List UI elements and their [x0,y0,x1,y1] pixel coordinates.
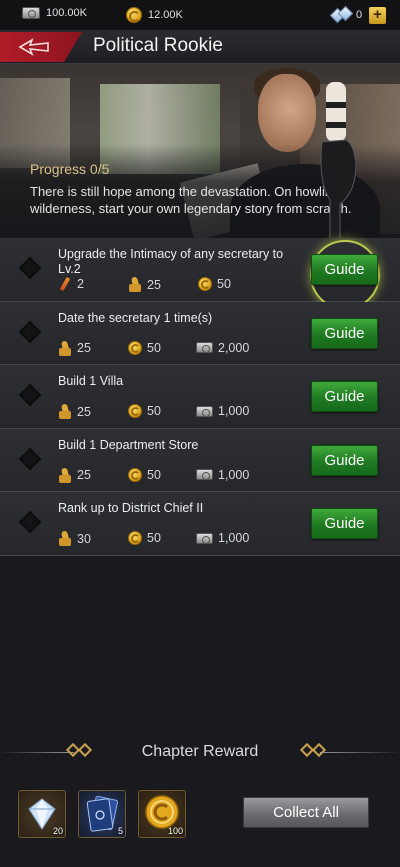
tutorial-pointer-icon [320,82,357,261]
task-list: Upgrade the Intimacy of any secretary to… [0,238,400,556]
reward-item: 25 [58,341,91,356]
task-status-icon [18,256,42,280]
reward-value: 25 [77,468,91,482]
task-row: Rank up to District Chief II 30 50 1,000… [0,492,400,556]
back-arrow-icon [18,38,49,56]
reward-value: 50 [147,467,161,482]
cash-icon [196,405,213,417]
reward-count: 100 [167,826,183,836]
reward-value: 1,000 [218,531,250,545]
coin-icon [128,531,142,545]
reward-item: 2,000 [196,341,249,355]
reward-value: 2 [77,277,84,291]
task-title: Build 1 Villa [58,374,124,388]
thumb-icon [58,341,72,356]
add-diamond-button[interactable]: + [369,7,386,24]
reward-item: 1,000 [196,531,249,545]
reward-value: 2,000 [218,340,250,355]
coin-amount: 12.00K [148,9,183,21]
task-title: Date the secretary 1 time(s) [58,310,213,325]
reward-item: 25 [128,277,161,292]
task-title: Rank up to District Chief II [58,501,204,515]
reward-value: 25 [77,341,91,355]
guide-button[interactable]: Guide [311,444,378,476]
reward-count: 5 [117,826,123,836]
reward-item: 2 [58,277,84,291]
reward-value: 1,000 [218,404,250,418]
reward-item: 30 [58,531,91,546]
task-row: Date the secretary 1 time(s) 25 50 2,000… [0,301,400,365]
coin-icon [198,277,212,291]
reward-value: 25 [77,404,91,419]
chapter-reward-item[interactable]: 20 [18,790,66,838]
task-status-icon [18,447,42,470]
task-title: Upgrade the Intimacy of any secretary to… [58,247,284,276]
coin-icon [128,467,142,482]
diamond-amount: 0 [356,9,363,21]
syringe-icon [58,277,72,291]
thumb-icon [58,468,72,483]
reward-item: 1,000 [196,404,249,418]
reward-value: 50 [147,340,161,355]
thumb-icon [58,404,72,419]
task-row: Upgrade the Intimacy of any secretary to… [0,238,400,310]
chapter-reward-item[interactable]: 100 [138,790,186,838]
back-button[interactable] [0,32,82,62]
collect-all-button[interactable]: Collect All [243,797,369,828]
reward-value: 25 [147,277,161,292]
cash-icon [196,469,213,480]
resource-bar: 100.00K 12.00K 0 + [0,0,400,30]
diamond-resource: 0 [329,5,363,24]
guide-button[interactable]: Guide [311,317,378,349]
guide-button[interactable]: Guide [311,254,378,285]
task-row: Build 1 Department Store 25 50 1,000 Gui… [0,428,400,492]
task-status-icon [18,320,42,343]
reward-item: 50 [128,467,161,482]
reward-value: 50 [147,531,161,545]
ornament-icon [299,742,327,758]
thumb-icon [58,531,72,546]
task-status-icon [18,510,42,534]
reward-item: 50 [128,531,161,545]
reward-value: 50 [217,277,231,291]
title-bar: Political Rookie [0,30,400,64]
coin-resource: 12.00K [126,7,183,23]
cash-icon [196,532,213,544]
banner-art-character-head [258,74,316,152]
reward-item: 25 [58,404,91,419]
coin-icon [128,404,142,418]
reward-item: 1,000 [196,468,249,482]
reward-item: 50 [128,340,161,355]
thumb-icon [128,277,142,292]
guide-button[interactable]: Guide [311,508,378,539]
cash-icon [196,342,213,353]
page-title: Political Rookie [93,35,223,56]
reward-item: 50 [198,277,231,291]
cash-icon [22,7,40,19]
chapter-reward-item[interactable]: 5 [78,790,126,838]
diamond-icon [329,5,354,24]
reward-item: 50 [128,404,161,418]
cash-amount: 100.00K [46,7,87,19]
cash-resource: 100.00K [22,7,87,19]
reward-value: 1,000 [218,467,250,482]
reward-value: 50 [147,404,161,418]
coin-icon [128,340,142,355]
progress-label: Progress 0/5 [30,161,110,177]
coin-icon [126,7,142,23]
guide-button[interactable]: Guide [311,381,378,412]
reward-value: 30 [77,531,91,546]
reward-item: 25 [58,468,91,483]
divider [320,752,400,753]
reward-count: 20 [52,826,63,836]
task-title: Build 1 Department Store [58,437,199,452]
task-row: Build 1 Villa 25 50 1,000 Guide [0,365,400,429]
task-status-icon [18,383,42,407]
